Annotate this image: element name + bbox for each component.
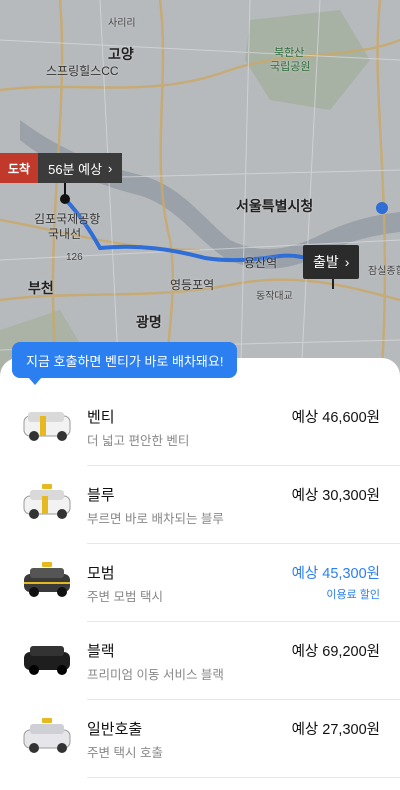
row-divider [87,777,400,778]
option-price: 예상 69,200원 [291,644,380,660]
option-desc: 더 넓고 편안한 벤티 [87,434,190,448]
map-label-dongjak: 동작대교 [256,291,293,302]
ride-option-black[interactable]: 블랙 프리미엄 이동 서비스 블랙 예상 69,200원 [0,622,400,700]
ride-option-blue[interactable]: 블루 부르면 바로 배차되는 블루 예상 30,300원 [0,466,400,544]
ride-option-venti[interactable]: 벤티 더 넓고 편안한 벤티 예상 46,600원 [0,388,400,466]
map-label-route-126: 126 [66,252,83,263]
ride-options-sheet: 벤티 더 넓고 편안한 벤티 예상 46,600원 블루 부르면 바로 배차되는… [0,358,400,790]
option-price: 예상 27,300원 [291,722,380,738]
eta-box: 56분 예상 › [38,153,123,183]
destination-eta-tag[interactable]: 도착 56분 예상 › [0,153,123,183]
map-label-jamsil: 잠실종합운동장 [368,266,400,277]
option-price: 예상 30,300원 [291,488,380,504]
map-label-gwangmyeong: 광명 [136,314,162,330]
chevron-right-icon: › [108,160,113,176]
map-label-sports-cc: 스프링힐스CC [46,64,119,78]
black-car-icon [24,646,70,675]
option-desc: 주변 택시 호출 [87,746,163,760]
option-name: 모범 [87,565,115,582]
option-price: 예상 46,600원 [291,410,380,426]
discount-badge: 이용료 할인 [326,589,380,601]
map-label-sariri: 사리리 [108,18,136,29]
ride-option-regular[interactable]: 일반호출 주변 택시 호출 예상 27,300원 [0,700,400,778]
map-view[interactable]: 사리리 고양 스프링힐스CC 북한산 국립공원 김포국제공항 국내선 서울특별시… [0,0,400,400]
option-name: 일반호출 [87,721,143,738]
destination-badge: 도착 [0,153,39,183]
option-name: 벤티 [87,409,115,426]
start-label: 출발 [313,254,339,270]
blue-taxi-icon [23,484,71,519]
map-label-yongsan: 용산역 [244,256,278,270]
map-label-yeongdeungpo: 영등포역 [170,278,215,292]
option-desc: 부르면 바로 배차되는 블루 [87,512,224,526]
venti-car-icon [23,412,71,441]
tooltip-text: 지금 호출하면 벤티가 바로 배차돼요! [26,353,224,369]
map-label-seoul-city-hall: 서울특별시청 [236,198,314,214]
deluxe-taxi-icon [24,562,70,597]
eta-label: 56분 예상 [48,161,103,177]
option-price: 예상 45,300원 [291,566,380,582]
chevron-right-icon: › [344,254,350,270]
option-desc: 프리미엄 이동 서비스 블랙 [87,668,224,682]
option-name: 블루 [87,487,115,504]
regular-taxi-icon [23,718,71,753]
start-pin [332,279,334,289]
ride-option-deluxe[interactable]: 모범 주변 모범 택시 예상 45,300원 이용료 할인 [0,544,400,622]
dispatch-tooltip: 지금 호출하면 벤티가 바로 배차돼요! [12,342,238,385]
option-desc: 주변 모범 택시 [87,590,163,604]
start-location-tag[interactable]: 출발 › [303,245,360,279]
map-label-national-park: 국립공원 [270,61,311,73]
map-label-bucheon: 부천 [28,280,54,296]
map-label-domestic: 국내선 [48,227,82,241]
destination-pin-dot [60,194,70,204]
map-label-goyang: 고양 [108,46,134,62]
option-name: 블랙 [87,643,115,660]
